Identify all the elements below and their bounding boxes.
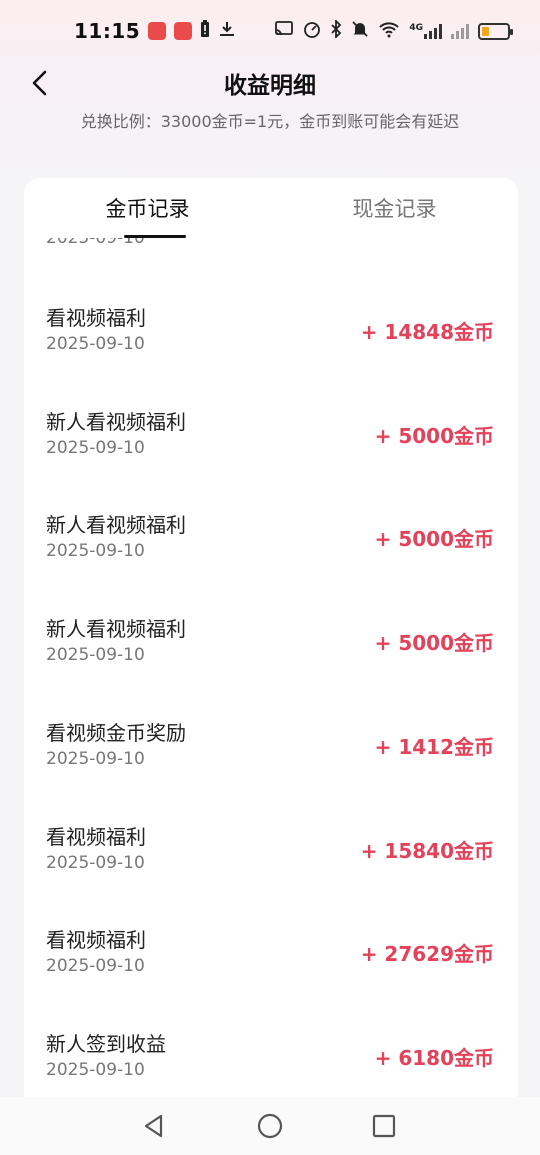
app-badge-icon xyxy=(174,22,193,40)
recents-square-icon xyxy=(372,1114,396,1138)
record-row[interactable]: 新人看视频福利 2025-09-10 + 5000金币 xyxy=(24,509,518,612)
record-amount: + 15840金币 xyxy=(360,838,494,863)
record-row[interactable]: 新人看视频福利 2025-09-10 + 5000金币 xyxy=(24,613,518,716)
record-name: 看视频福利 xyxy=(46,824,146,849)
record-row[interactable]: 新人签到收益 2025-09-10 + 6180金币 xyxy=(24,1028,518,1098)
record-name: 看视频福利 xyxy=(46,306,146,330)
record-date: 2025-09-10 xyxy=(46,852,145,873)
exchange-rate-notice: 兑换比例：33000金币=1元，金币到账可能会有延迟 xyxy=(80,112,460,131)
records-card: 2025-09-10 看视频福利 2025-09-10 + 14848金币新人看视频… xyxy=(24,178,518,1098)
page-title: 收益明细 xyxy=(224,73,316,99)
home-circle-icon xyxy=(257,1113,283,1139)
record-row[interactable]: 看视频金币奖励 2025-09-10 + 1412金币 xyxy=(24,717,518,820)
record-amount: + 6180金币 xyxy=(374,1045,494,1070)
signal-icon: 4G xyxy=(409,23,442,39)
back-button[interactable] xyxy=(24,67,56,99)
record-name: 新人看视频福利 xyxy=(46,513,186,538)
record-name: 新人签到收益 xyxy=(46,1031,166,1056)
download-icon xyxy=(218,20,236,42)
tab-label: 金币记录 xyxy=(105,197,190,221)
record-name: 看视频金币奖励 xyxy=(46,720,186,745)
record-row[interactable]: 看视频福利 2025-09-10 + 15840金币 xyxy=(24,821,518,924)
record-date: 2025-09-10 xyxy=(46,334,145,354)
battery-fill xyxy=(482,26,490,36)
tab-bar: 金币记录 现金记录 xyxy=(24,178,518,238)
record-date: 2025-09-10 xyxy=(46,748,145,769)
record-amount: + 1412金币 xyxy=(374,734,494,759)
cast-icon xyxy=(274,20,294,42)
records-list[interactable]: 2025-09-10 看视频福利 2025-09-10 + 14848金币新人看视频… xyxy=(24,178,518,1098)
record-row[interactable]: 新人看视频福利 2025-09-10 + 5000金币 xyxy=(24,406,518,509)
record-name: 新人看视频福利 xyxy=(46,409,186,434)
record-name: 看视频福利 xyxy=(46,928,146,953)
record-date: 2025-09-10 xyxy=(46,437,145,458)
record-date: 2025-09-10 xyxy=(46,541,145,562)
record-name: 新人看视频福利 xyxy=(46,617,186,642)
wifi-icon xyxy=(378,20,400,42)
tab-label: 现金记录 xyxy=(352,197,437,221)
mute-icon xyxy=(351,20,369,42)
status-right: 4G xyxy=(274,18,513,42)
record-amount: + 27629金币 xyxy=(360,942,494,967)
record-amount: + 5000金币 xyxy=(374,631,494,656)
back-triangle-icon xyxy=(144,1114,163,1138)
no-signal-icon xyxy=(451,23,469,39)
battery-alert-icon xyxy=(200,20,210,42)
record-date: 2025-09-10 xyxy=(46,956,145,977)
nav-recents-button[interactable] xyxy=(368,1110,400,1142)
nav-back-button[interactable] xyxy=(138,1110,170,1142)
active-tab-indicator xyxy=(124,235,186,238)
tab-coin-records[interactable]: 金币记录 xyxy=(24,178,271,238)
status-left: 11:15 xyxy=(74,19,236,43)
record-row[interactable]: 看视频福利 2025-09-10 + 27629金币 xyxy=(24,924,518,1027)
bluetooth-icon xyxy=(330,18,342,42)
record-amount: + 14848金币 xyxy=(360,320,494,344)
battery-icon xyxy=(478,22,513,40)
chevron-left-icon xyxy=(32,70,47,96)
status-time: 11:15 xyxy=(74,19,141,43)
app-badge-icon xyxy=(148,22,167,40)
record-amount: + 5000金币 xyxy=(374,527,494,552)
record-row[interactable]: 看视频福利 2025-09-10 + 14848金币 xyxy=(24,302,518,405)
status-bar: 11:15 4G xyxy=(0,0,540,62)
speed-icon xyxy=(303,20,321,42)
tab-cash-records[interactable]: 现金记录 xyxy=(271,178,518,238)
network-label: 4G xyxy=(409,23,423,33)
header: 收益明细 xyxy=(0,58,540,108)
record-date: 2025-09-10 xyxy=(46,1059,145,1080)
record-date: 2025-09-10 xyxy=(46,645,145,666)
nav-home-button[interactable] xyxy=(254,1110,286,1142)
system-nav-bar xyxy=(0,1097,540,1155)
record-amount: + 5000金币 xyxy=(374,423,494,448)
